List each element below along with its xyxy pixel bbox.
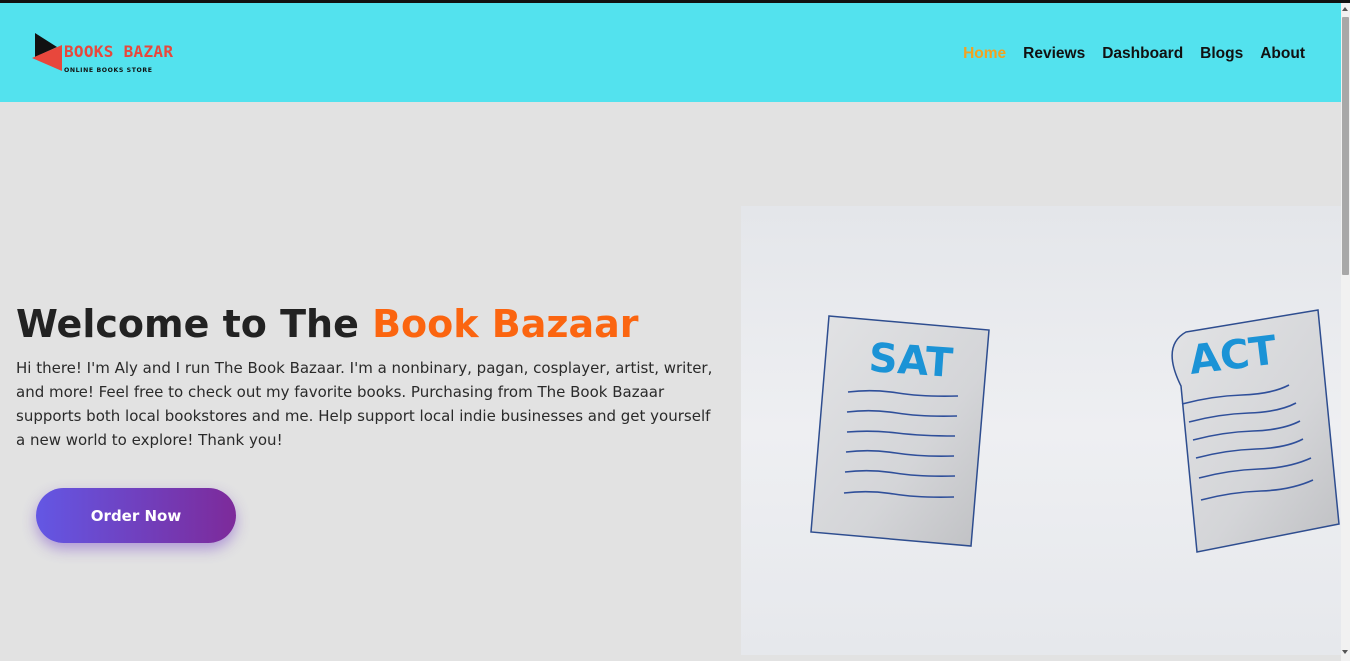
brand-logo[interactable]: BOOKS BAZAR ONLINE BOOKS STORE	[30, 31, 174, 77]
act-sheet: ACT	[1171, 309, 1340, 553]
hero-illustration: SAT ACT	[741, 206, 1341, 655]
scroll-up-arrow-icon[interactable]	[1342, 7, 1348, 11]
scroll-down-arrow-icon[interactable]	[1342, 650, 1348, 654]
nav-blogs[interactable]: Blogs	[1200, 45, 1243, 63]
brand-title: BOOKS BAZAR	[64, 42, 174, 61]
site-header: BOOKS BAZAR ONLINE BOOKS STORE Home Revi…	[0, 3, 1341, 102]
sat-sheet: SAT	[810, 315, 990, 547]
scroll-thumb[interactable]	[1342, 17, 1349, 275]
hero-description: Hi there! I'm Aly and I run The Book Baz…	[16, 359, 713, 449]
page-scrollbar[interactable]	[1341, 3, 1350, 661]
hero-title-prefix: Welcome to The	[16, 302, 373, 346]
sat-label: SAT	[867, 335, 955, 387]
hero-title-accent: Book Bazaar	[372, 302, 639, 346]
hero-title: Welcome to The Book Bazaar	[16, 302, 639, 346]
order-now-button[interactable]: Order Now	[36, 488, 236, 543]
nav-home[interactable]: Home	[963, 45, 1006, 63]
nav-dashboard[interactable]: Dashboard	[1102, 45, 1183, 63]
main-nav: Home Reviews Dashboard Blogs About	[963, 45, 1305, 63]
brand-subtitle: ONLINE BOOKS STORE	[64, 67, 153, 74]
nav-about[interactable]: About	[1260, 45, 1305, 63]
logo-triangle-icon	[32, 33, 62, 71]
nav-reviews[interactable]: Reviews	[1023, 45, 1085, 63]
